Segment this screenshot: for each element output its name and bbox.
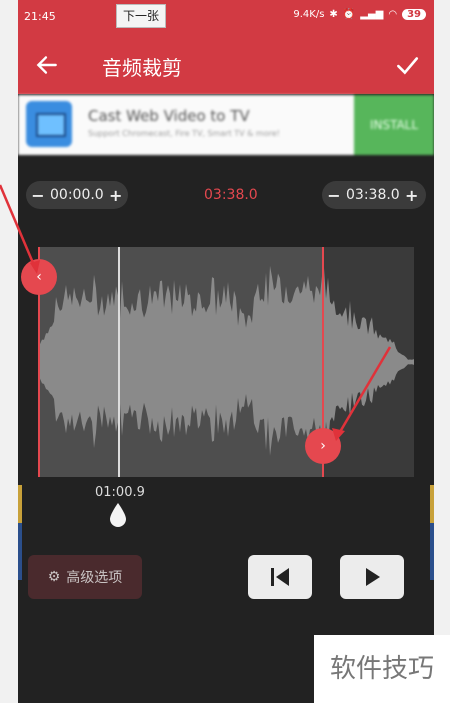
status-bar: 21:45 下一张 9.4K/s ✱ ⏰ ▂▄▆ ◠ 39 <box>18 0 434 36</box>
status-time: 21:45 <box>24 10 56 23</box>
watermark: 软件技巧 <box>314 635 450 703</box>
end-trim-handle[interactable]: › <box>305 428 341 464</box>
start-time-value: 00:00.0 <box>50 187 104 203</box>
left-edge-strip <box>18 485 22 580</box>
start-time-control: − 00:00.0 + <box>26 181 128 209</box>
total-duration: 03:38.0 <box>204 187 258 203</box>
start-trim-handle[interactable]: ‹ <box>21 259 57 295</box>
end-time-control: − 03:38.0 + <box>322 181 426 209</box>
check-icon[interactable] <box>394 52 420 78</box>
bluetooth-icon: ✱ <box>329 9 338 20</box>
playhead-time: 01:00.9 <box>95 485 145 500</box>
ad-banner[interactable]: Cast Web Video to TV Support Chromecast,… <box>18 95 434 155</box>
skip-start-icon <box>271 568 289 586</box>
alarm-icon: ⏰ <box>342 9 356 20</box>
battery-badge: 39 <box>402 9 426 20</box>
gear-icon: ⚙ <box>47 569 61 585</box>
end-plus-button[interactable]: + <box>400 186 424 205</box>
arrow-left-icon[interactable] <box>34 52 60 78</box>
right-edge-strip <box>430 485 434 580</box>
play-button[interactable] <box>340 555 404 599</box>
skip-to-start-button[interactable] <box>248 555 312 599</box>
end-minus-button[interactable]: − <box>322 186 346 205</box>
net-speed: 9.4K/s <box>293 9 325 20</box>
waveform <box>38 265 414 456</box>
next-image-label[interactable]: 下一张 <box>116 4 166 28</box>
advanced-options-label: 高级选项 <box>66 570 123 586</box>
phone-screen: 21:45 下一张 9.4K/s ✱ ⏰ ▂▄▆ ◠ 39 音频裁剪 Cast … <box>18 0 434 703</box>
start-minus-button[interactable]: − <box>26 186 50 205</box>
ad-logo <box>26 101 72 147</box>
status-icons: 9.4K/s ✱ ⏰ ▂▄▆ ◠ 39 <box>293 9 426 20</box>
ad-subtitle: Support Chromecast, Fire TV, Smart TV & … <box>88 129 280 138</box>
app-bar: 音频裁剪 <box>18 36 434 94</box>
page-title: 音频裁剪 <box>102 56 182 80</box>
advanced-options-button[interactable]: ⚙ 高级选项 <box>28 555 142 599</box>
wifi-icon: ◠ <box>388 9 398 20</box>
start-plus-button[interactable]: + <box>104 186 128 205</box>
ad-install-button[interactable]: INSTALL <box>354 95 434 155</box>
waveform-area[interactable] <box>38 247 414 477</box>
ad-title: Cast Web Video to TV <box>88 107 250 125</box>
playhead-drag-icon[interactable] <box>109 503 127 527</box>
play-icon <box>366 568 380 586</box>
signal-icon: ▂▄▆ <box>360 9 384 20</box>
end-time-value: 03:38.0 <box>346 187 400 203</box>
playhead-line <box>118 247 120 477</box>
